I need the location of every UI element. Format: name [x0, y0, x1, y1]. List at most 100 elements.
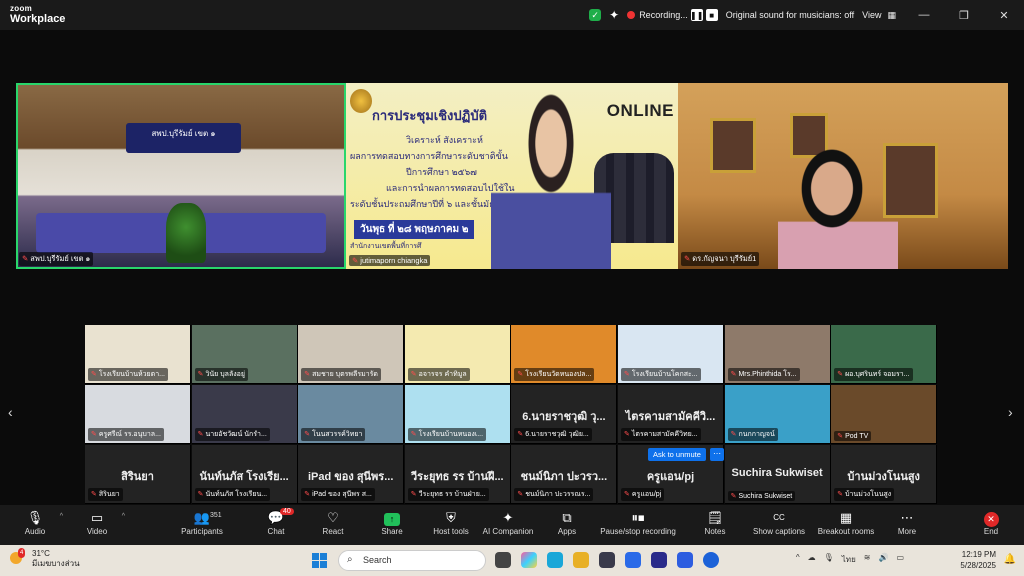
participant-name-text: สพป.บุรีรัมย์ เขต ๑ [30, 254, 91, 263]
participant-name: ✎ Suchira Sukwiset [727, 491, 796, 501]
gallery-tile[interactable]: ✎ โนนสวรรค์วิทยา [298, 385, 405, 444]
slide-title: การประชุมเชิงปฏิบัติ [372, 108, 488, 123]
participant-name: ✎ นันท์นภัส โรงเรียน... [194, 488, 271, 501]
clock-time: 12:19 PM [961, 550, 996, 559]
video-tile-presenter[interactable]: การประชุมเชิงปฏิบัติ ONLINE วิเคราะห์ สั… [346, 83, 678, 269]
pause-recording-button[interactable]: ❚❚ [690, 9, 703, 21]
notes-icon: 🗒 [706, 510, 724, 525]
end-meeting-button[interactable]: ✕ End [961, 509, 1021, 536]
video-tile-office[interactable]: ✎ ดร.กัญจนา บุรีรัมย์1 [678, 83, 1008, 269]
mic-muted-icon: ✎ [837, 433, 844, 440]
gallery-tile[interactable]: ✎ Pod TV [831, 385, 938, 444]
edge-icon[interactable] [547, 552, 563, 568]
gallery-tile[interactable]: 6.นายราชวุฒิ วุ... ✎ 6.นายราชวุฒิ วุฒิย... [511, 385, 618, 444]
gallery-tile[interactable]: ชนม์นิภา ปะวรว... ✎ ชนม์นิภา ปะวรรณร... [511, 445, 618, 504]
end-label: End [983, 527, 999, 536]
heart-icon: ♡ [327, 510, 339, 525]
mic-muted-icon: ✎ [517, 371, 524, 378]
gallery-tile[interactable]: วีระยุทธ รร บ้านฝี... ✎ วีระยุทธ รร บ้านฝ่… [404, 445, 511, 504]
gallery-tile[interactable]: ✎ โรงเรียนวัดหนองปล... [511, 325, 618, 384]
clock[interactable]: 12:19 PM 5/28/2025 [960, 549, 996, 571]
gallery-tile[interactable]: ✎ อจารจร คำทิมูล [404, 325, 511, 384]
portrait-frame [710, 118, 756, 173]
participant-figure [778, 143, 898, 269]
explorer-icon[interactable] [573, 552, 589, 568]
stop-recording-button[interactable]: ■ [705, 9, 718, 21]
participant-name: ✎ ผอ.บุศรินทร์ จอมรา... [834, 368, 913, 381]
gallery-tile[interactable]: ไตรคามสามัคคีวิ... ✎ ไตรคามสามัคคีวิทย... [618, 385, 724, 444]
minimize-button[interactable]: — [904, 9, 944, 21]
copilot-icon[interactable] [521, 552, 537, 568]
gallery-tile[interactable]: ✎ สมชาย บุตรพลีรมารัด [298, 325, 405, 384]
share-button[interactable]: ↑ Share [362, 509, 422, 536]
task-view-icon[interactable] [495, 552, 511, 568]
mic-muted-icon: ✎ [837, 491, 844, 498]
restore-button[interactable]: ❐ [944, 9, 984, 22]
windows-start-icon[interactable] [312, 553, 327, 568]
onedrive-icon[interactable]: ☁ [808, 553, 816, 566]
shield-icon[interactable]: ✓ [589, 9, 602, 21]
wifi-icon[interactable]: ≋ [864, 553, 871, 566]
apps-button[interactable]: ⧉ Apps [537, 509, 597, 536]
ask-to-unmute-button[interactable]: Ask to unmute [648, 448, 706, 461]
gallery-tile[interactable]: ✎ วินัย บุลลังอยู่ [191, 325, 298, 384]
participant-name: ✎ ครูแอน/pj [621, 488, 665, 501]
participants-button[interactable]: 👥 351 Participants [172, 509, 232, 536]
language-indicator[interactable]: ไทย [842, 553, 856, 566]
gallery-tile[interactable]: iPad ของ สุนีพร... ✎ iPad ของ สุนีพร ส... [298, 445, 405, 504]
more-options-button[interactable]: ⋯ [710, 448, 724, 461]
chevron-up-icon[interactable]: ^ [122, 513, 125, 520]
zoom-taskbar-icon[interactable] [677, 552, 693, 568]
gallery-tile[interactable]: ✎ นายอัชวัฒน์ นักรำ... [191, 385, 298, 444]
participant-name-text: สมชาย บุตรพลีรมารัด [312, 371, 378, 378]
dropbox-icon[interactable] [625, 552, 641, 568]
notes-button[interactable]: 🗒 Notes [685, 509, 745, 536]
original-sound-toggle[interactable]: Original sound for musicians: off [726, 10, 854, 20]
mic-icon[interactable]: 🎙 [824, 553, 834, 566]
next-page-arrow[interactable]: › [1008, 404, 1013, 420]
breakout-rooms-button[interactable]: ▦ Breakout rooms [815, 509, 877, 536]
chat-button[interactable]: 💬 40 Chat [246, 508, 306, 536]
volume-icon[interactable]: 🔊 [878, 553, 888, 566]
ai-sparkle-icon[interactable]: ✦ [609, 8, 619, 22]
show-captions-button[interactable]: CC Show captions [750, 509, 808, 536]
battery-icon[interactable]: ▭ [896, 553, 904, 566]
weather-widget[interactable]: 4 31°C มีเมฆบางส่วน [10, 548, 80, 569]
chevron-up-icon[interactable]: ^ [796, 553, 800, 566]
store-icon[interactable] [599, 552, 615, 568]
audio-button[interactable]: 🎙 ^ Audio [5, 509, 65, 536]
gallery-tile[interactable]: บ้านม่วงโนนสูง ✎ บ้านม่วงโนนสูง [831, 445, 938, 504]
taskbar-search[interactable]: ⌕ Search [338, 550, 486, 571]
ai-companion-button[interactable]: ✦ AI Companion [478, 509, 538, 536]
view-button[interactable]: View ▦ [862, 10, 896, 21]
host-tools-button[interactable]: ⛨ Host tools [421, 509, 481, 536]
gallery-tile[interactable]: ✎ โรงเรียนบ้านหนองเ... [404, 385, 511, 444]
notification-bell-icon[interactable]: 🔔 [1004, 554, 1016, 565]
view-label: View [862, 10, 882, 20]
close-window-button[interactable]: ✕ [984, 9, 1024, 22]
participant-display-name: นันท์นภัส โรงเรีย... [199, 471, 289, 483]
security-icon[interactable] [651, 552, 667, 568]
gallery-tile[interactable]: สิรินยา ✎ สิรินยา [85, 445, 191, 504]
gallery-tile[interactable]: Suchira Sukwiset ✎ Suchira Sukwiset [724, 445, 831, 504]
gallery-tile[interactable]: ✎ โรงเรียนบ้านโคกสะ... [618, 325, 724, 384]
video-label: Video [86, 527, 108, 536]
participant-name-text: โรงเรียนวัดหนองปล... [525, 371, 592, 378]
more-button[interactable]: ⋯ More [877, 509, 937, 536]
gallery-tile[interactable]: นันท์นภัส โรงเรีย... ✎ นันท์นภัส โรงเรียน.… [191, 445, 298, 504]
participant-name-text: กนกกาญจน์ [738, 431, 775, 438]
gallery-tile[interactable]: ✎ ครูศรีณ์ รร.อนุบาล... [85, 385, 191, 444]
pause-stop-recording-button[interactable]: ⏸⏹ Pause/stop recording [594, 509, 682, 536]
react-button[interactable]: ♡ React [303, 509, 363, 536]
gallery-tile[interactable]: ✎ กนกกาญจน์ [724, 385, 831, 444]
gallery-tile[interactable]: ✎ ผอ.บุศรินทร์ จอมรา... [831, 325, 938, 384]
gallery-grid: ✎ โรงเรียนบ้านห้วยตา... ✎ วินัย บุลลังอยู่ ✎… [85, 325, 938, 505]
apps-icon: ⧉ [562, 510, 572, 525]
prev-page-arrow[interactable]: ‹ [8, 404, 13, 420]
video-button[interactable]: ▭ ^ Video [67, 509, 127, 536]
video-tile-meeting-room[interactable]: สพป.บุรีรัมย์ เขต ๑ ✎ สพป.บุรีรัมย์ เขต ๑ [16, 83, 346, 269]
gallery-tile[interactable]: ✎ Mrs.Phinthida โร... [724, 325, 831, 384]
gallery-tile[interactable]: ✎ โรงเรียนบ้านห้วยตา... [85, 325, 191, 384]
chevron-up-icon[interactable]: ^ [60, 513, 63, 520]
zoom-workplace-icon[interactable] [703, 552, 719, 568]
